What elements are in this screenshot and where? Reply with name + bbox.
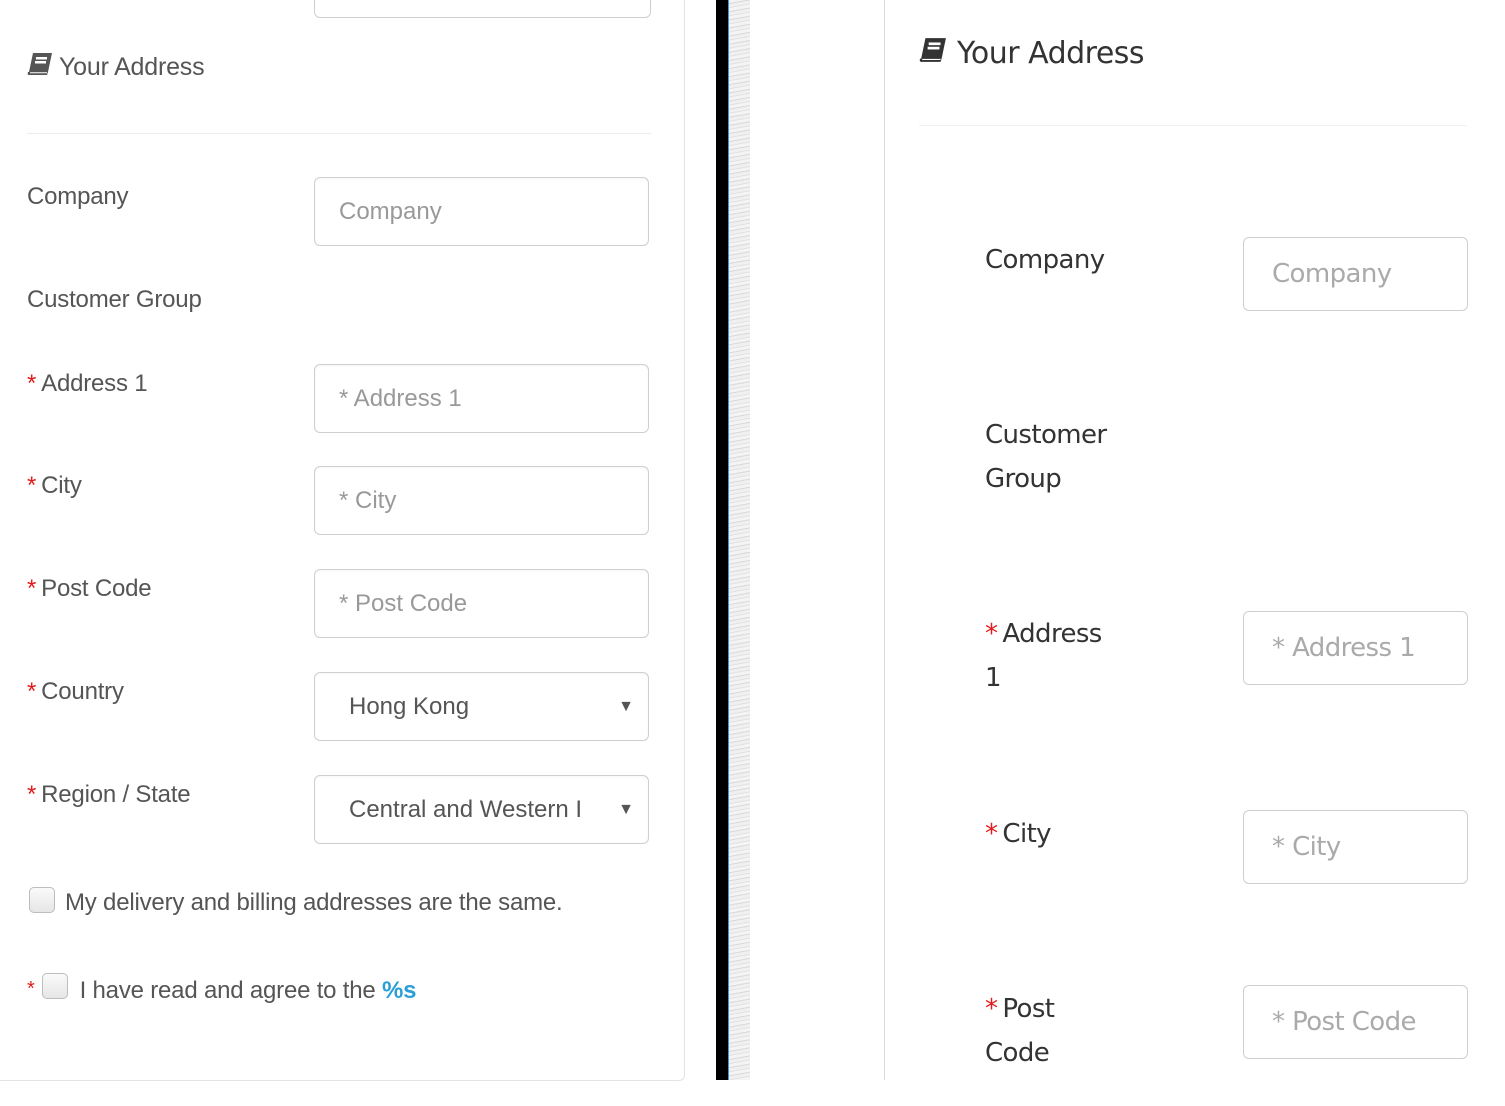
company-label: Company (27, 183, 129, 210)
address1-placeholder: * Address 1 (1272, 633, 1416, 663)
customer-group-label: Customer Group (27, 286, 202, 313)
company-input[interactable]: Company (1243, 237, 1468, 311)
previous-input-field[interactable] (314, 0, 651, 18)
postcode-placeholder: * Post Code (1272, 1007, 1416, 1037)
legend-divider (27, 133, 651, 134)
address-section-legend: Your Address (27, 52, 205, 83)
country-value: Hong Kong (349, 692, 470, 720)
city-label: * City (985, 812, 1135, 856)
required-marker: * (27, 575, 37, 602)
same-address-checkbox[interactable] (29, 887, 55, 913)
region-label-text: Region / State (41, 781, 191, 808)
address-section-legend: Your Address (919, 36, 1145, 71)
same-address-row: My delivery and billing addresses are th… (29, 887, 563, 917)
postcode-label: * Post Code (985, 987, 1085, 1075)
customer-group-label: Customer Group (985, 420, 1107, 494)
dropdown-arrow-icon: ▼ (618, 697, 634, 715)
city-placeholder: * City (339, 486, 397, 514)
required-marker: * (27, 978, 35, 1000)
address1-label: * Address 1 (985, 612, 1110, 700)
region-select[interactable]: Central and Western I ▼ (314, 775, 649, 844)
left-form-panel: Your Address Company Company Customer Gr… (0, 0, 685, 1081)
company-label: Company (985, 245, 1105, 275)
city-input[interactable]: * City (1243, 810, 1468, 884)
address1-label-text: Address 1 (41, 370, 148, 397)
agree-checkbox[interactable] (41, 973, 68, 999)
city-input[interactable]: * City (314, 466, 649, 535)
required-marker: * (985, 994, 998, 1024)
postcode-input[interactable]: * Post Code (314, 569, 649, 638)
address1-label-text: Address 1 (985, 619, 1102, 693)
required-marker: * (985, 819, 998, 849)
book-icon (919, 36, 947, 71)
address1-input[interactable]: * Address 1 (314, 364, 649, 433)
agree-row: * I have read and agree to the %s (27, 973, 417, 1005)
company-input[interactable]: Company (314, 177, 649, 246)
dropdown-arrow-icon: ▼ (618, 800, 634, 818)
terms-link[interactable]: %s (382, 977, 416, 1005)
book-icon (27, 52, 53, 83)
required-marker: * (985, 619, 998, 649)
address1-input[interactable]: * Address 1 (1243, 611, 1468, 685)
postcode-input[interactable]: * Post Code (1243, 985, 1468, 1059)
city-placeholder: * City (1272, 832, 1341, 862)
country-label: * Country (27, 678, 124, 706)
required-marker: * (27, 472, 37, 499)
same-address-label: My delivery and billing addresses are th… (65, 889, 563, 916)
company-placeholder: Company (1272, 259, 1392, 289)
postcode-label-text: Post Code (41, 575, 152, 602)
required-marker: * (27, 370, 37, 397)
address1-placeholder: * Address 1 (339, 384, 462, 412)
required-marker: * (27, 678, 37, 705)
region-value: Central and Western I (349, 795, 583, 823)
legend-divider (919, 125, 1467, 126)
city-label-text: City (1002, 819, 1051, 849)
postcode-label: * Post Code (27, 575, 152, 603)
required-marker: * (27, 781, 37, 808)
city-label: * City (27, 472, 82, 500)
divider-texture (729, 0, 750, 1080)
city-label-text: City (41, 472, 82, 499)
legend-title: Your Address (59, 53, 205, 81)
screenshot-divider (716, 0, 728, 1080)
country-select[interactable]: Hong Kong ▼ (314, 672, 649, 741)
address1-label: * Address 1 (27, 370, 148, 398)
region-label: * Region / State (27, 781, 191, 809)
country-label-text: Country (41, 678, 124, 705)
agree-label: I have read and agree to the (79, 977, 383, 1004)
legend-title: Your Address (957, 36, 1145, 71)
right-form-panel: Your Address Company Company Customer Gr… (884, 0, 1505, 1080)
postcode-placeholder: * Post Code (339, 589, 468, 617)
company-placeholder: Company (339, 197, 442, 225)
